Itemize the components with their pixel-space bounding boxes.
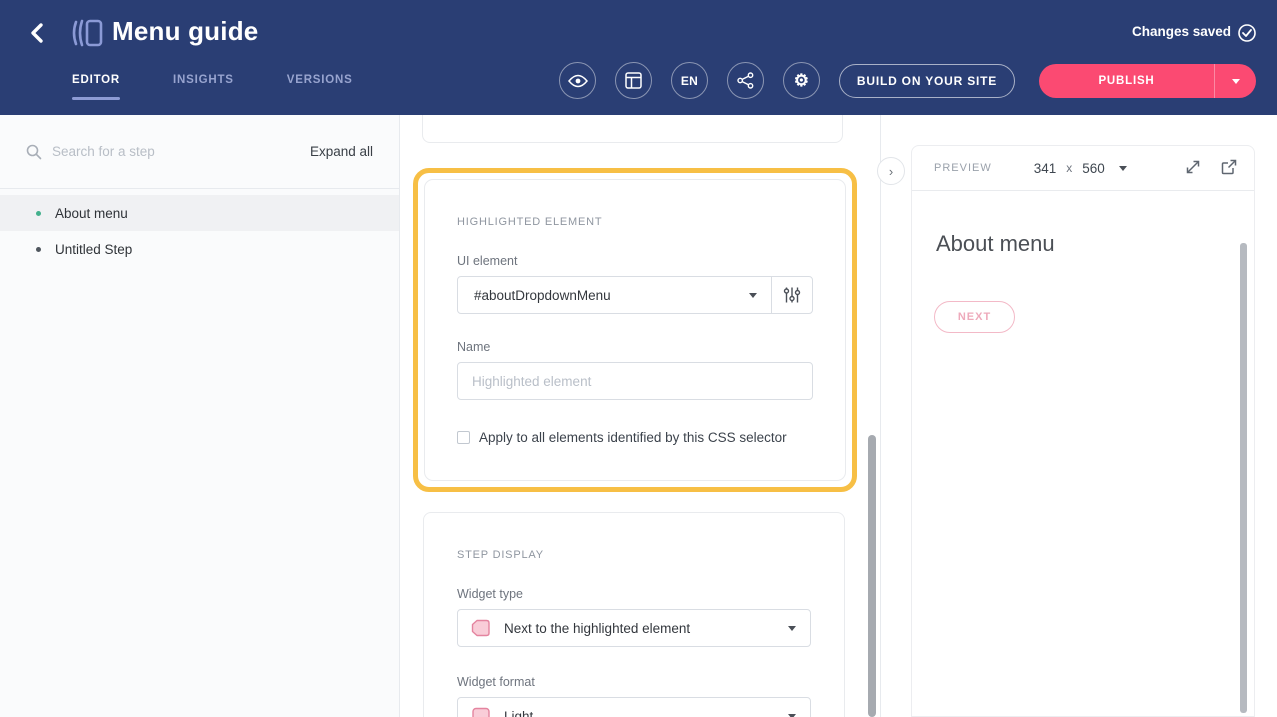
steps-sidebar: Expand all About menu Untitled Step (0, 115, 400, 717)
ui-element-dropdown[interactable]: #aboutDropdownMenu (458, 277, 771, 313)
tab-versions[interactable]: VERSIONS (287, 70, 353, 100)
widget-format-dropdown[interactable]: Light (457, 697, 811, 717)
widget-format-value: Light (504, 709, 533, 717)
step-bullet-icon (36, 211, 41, 216)
language-button[interactable]: EN (671, 62, 708, 99)
section-title: HIGHLIGHTED ELEMENT (457, 216, 813, 228)
eye-icon (568, 74, 588, 88)
caret-down-icon (1232, 79, 1240, 84)
main-scrollbar-thumb[interactable] (868, 435, 876, 717)
publish-button[interactable]: PUBLISH (1039, 64, 1214, 98)
sliders-icon (783, 286, 801, 304)
widget-format-label: Widget format (457, 675, 811, 689)
collapse-preview-button[interactable]: › (877, 157, 905, 185)
open-external-button[interactable] (1218, 157, 1240, 179)
highlight-ring: HIGHLIGHTED ELEMENT UI element #aboutDro… (413, 168, 857, 492)
tab-editor[interactable]: EDITOR (72, 70, 120, 100)
guide-title: Menu guide (112, 16, 258, 47)
share-button[interactable] (727, 62, 764, 99)
sidebar-step-untitled[interactable]: Untitled Step (0, 231, 399, 267)
preview-scrollbar-thumb[interactable] (1240, 243, 1247, 713)
ui-element-control: #aboutDropdownMenu (457, 276, 813, 314)
preview-actions (1182, 157, 1240, 179)
app: Menu guide Changes saved EDITOR INSIGHTS… (0, 0, 1277, 717)
caret-down-icon (788, 714, 796, 717)
apply-all-label: Apply to all elements identified by this… (479, 430, 787, 445)
section-title: STEP DISPLAY (457, 549, 811, 561)
preview-step-title: About menu (936, 231, 1055, 257)
layout-button[interactable] (615, 62, 652, 99)
highlighted-element-card: HIGHLIGHTED ELEMENT UI element #aboutDro… (424, 179, 846, 481)
preview-eye-button[interactable] (559, 62, 596, 99)
preview-panel: PREVIEW 341 x 560 (881, 115, 1277, 717)
step-display-card: STEP DISPLAY Widget type Next to the hig… (423, 512, 845, 717)
step-search-input[interactable] (52, 144, 310, 159)
tab-insights[interactable]: INSIGHTS (173, 70, 234, 100)
expand-all-button[interactable]: Expand all (310, 144, 373, 159)
publish-split-button: PUBLISH (1039, 64, 1256, 98)
rounded-square-icon (470, 706, 491, 717)
step-bullet-icon (36, 247, 41, 252)
build-on-your-site-button[interactable]: BUILD ON YOUR SITE (839, 64, 1015, 98)
name-label: Name (457, 340, 813, 354)
preview-card: PREVIEW 341 x 560 (911, 145, 1255, 717)
app-logo-icon (70, 18, 104, 49)
apply-all-checkbox-row[interactable]: Apply to all elements identified by this… (457, 430, 813, 445)
checkbox-unchecked[interactable] (457, 431, 470, 444)
preview-viewport: About menu NEXT (912, 191, 1254, 716)
preview-next-button[interactable]: NEXT (934, 301, 1015, 333)
chevron-left-icon (27, 21, 49, 45)
ui-element-label: UI element (457, 254, 813, 268)
window-panels-icon (625, 72, 642, 89)
save-status-text: Changes saved (1132, 24, 1231, 39)
search-icon (26, 144, 42, 160)
caret-down-icon (749, 293, 757, 298)
widget-type-value: Next to the highlighted element (504, 621, 690, 636)
caret-down-icon (788, 626, 796, 631)
scrolled-card-partial (422, 115, 843, 143)
caret-down-icon (1119, 166, 1127, 171)
tooltip-bubble-icon (470, 618, 491, 638)
preview-size-dropdown[interactable]: 341 x 560 (1034, 161, 1127, 176)
back-button[interactable] (26, 21, 50, 47)
preview-header: PREVIEW 341 x 560 (912, 146, 1254, 191)
expand-preview-button[interactable] (1182, 157, 1204, 179)
editor-tabs: EDITOR INSIGHTS VERSIONS (72, 70, 353, 100)
ui-element-value: #aboutDropdownMenu (474, 288, 611, 303)
header-icon-buttons: EN ⚙ (559, 62, 820, 99)
step-list: About menu Untitled Step (0, 195, 399, 267)
sidebar-step-about-menu[interactable]: About menu (0, 195, 399, 231)
step-search-row: Expand all (0, 115, 399, 189)
preview-height-value: 560 (1082, 161, 1105, 176)
diagonal-arrows-icon (1184, 158, 1202, 176)
gear-icon: ⚙ (794, 72, 810, 89)
step-label: Untitled Step (55, 242, 132, 257)
widget-type-label: Widget type (457, 587, 811, 601)
external-link-icon (1220, 158, 1238, 176)
publish-dropdown-button[interactable] (1214, 64, 1256, 98)
top-bar: Menu guide Changes saved EDITOR INSIGHTS… (0, 0, 1277, 115)
element-settings-button[interactable] (772, 277, 812, 313)
chevron-right-icon: › (889, 164, 893, 179)
share-icon (737, 72, 754, 89)
element-name-input[interactable] (457, 362, 813, 400)
preview-width-value: 341 (1034, 161, 1057, 176)
step-label: About menu (55, 206, 128, 221)
settings-button[interactable]: ⚙ (783, 62, 820, 99)
widget-type-dropdown[interactable]: Next to the highlighted element (457, 609, 811, 647)
size-separator: x (1066, 161, 1072, 175)
preview-title: PREVIEW (934, 162, 992, 174)
step-settings-panel: HIGHLIGHTED ELEMENT UI element #aboutDro… (400, 115, 881, 717)
check-circle-icon (1237, 23, 1257, 43)
